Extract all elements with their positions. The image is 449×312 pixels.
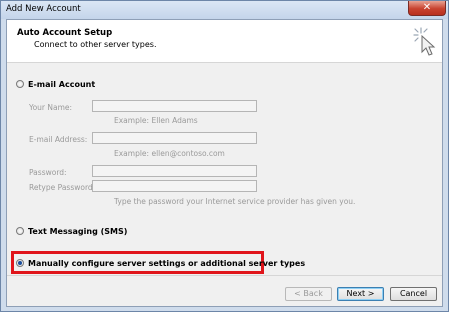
password-field[interactable] <box>92 165 257 177</box>
password-hint: Type the password your Internet service … <box>114 197 356 206</box>
close-icon: ✕ <box>422 2 432 13</box>
password-label: Password: <box>29 168 67 177</box>
title-bar[interactable]: Add New Account ✕ <box>1 1 448 19</box>
retype-password-field[interactable] <box>92 180 257 192</box>
text-messaging-radio[interactable] <box>16 227 24 235</box>
your-name-field[interactable] <box>92 100 257 112</box>
your-name-label: Your Name: <box>29 103 73 112</box>
email-account-option[interactable]: E-mail Account <box>16 78 95 90</box>
text-messaging-option[interactable]: Text Messaging (SMS) <box>16 225 127 237</box>
dialog-body: Auto Account Setup Connect to other serv… <box>6 19 443 307</box>
email-account-radio[interactable] <box>16 80 24 88</box>
your-name-hint: Example: Ellen Adams <box>114 116 198 125</box>
manual-configure-option[interactable]: Manually configure server settings or ad… <box>16 257 305 269</box>
close-button[interactable]: ✕ <box>408 1 446 16</box>
window-title: Add New Account <box>6 4 81 14</box>
email-account-label: E-mail Account <box>28 79 96 89</box>
retype-password-label: Retype Password: <box>29 183 96 192</box>
manual-configure-label: Manually configure server settings or ad… <box>28 258 306 268</box>
page-subtitle: Connect to other server types. <box>34 40 157 49</box>
back-button[interactable]: < Back <box>285 287 332 301</box>
cancel-button[interactable]: Cancel <box>390 287 437 301</box>
next-button[interactable]: Next > <box>337 287 384 301</box>
footer-divider <box>7 275 442 276</box>
manual-configure-radio[interactable] <box>16 259 24 267</box>
email-address-field[interactable] <box>92 132 257 144</box>
text-messaging-label: Text Messaging (SMS) <box>28 226 128 236</box>
wizard-header: Auto Account Setup Connect to other serv… <box>7 20 442 63</box>
page-title: Auto Account Setup <box>17 28 113 38</box>
email-address-label: E-mail Address: <box>29 135 88 144</box>
add-new-account-dialog: Add New Account ✕ Auto Account Setup Con… <box>0 0 449 312</box>
email-address-hint: Example: ellen@contoso.com <box>114 149 225 158</box>
cursor-sparkle-icon <box>413 27 436 56</box>
